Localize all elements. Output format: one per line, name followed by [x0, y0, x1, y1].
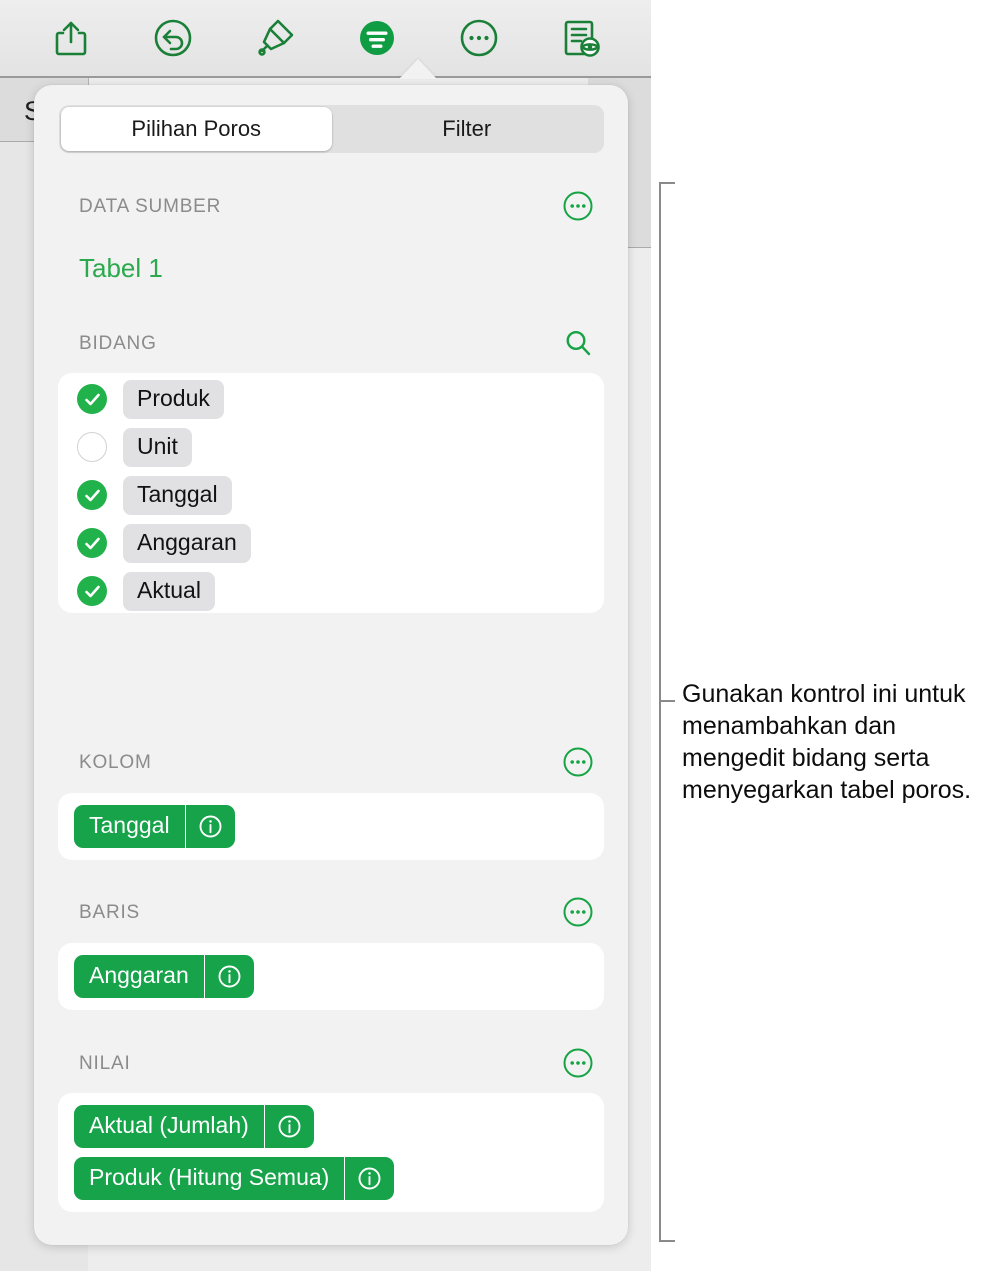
callout-bracket-tick: [659, 700, 675, 702]
token-row: Aktual (Jumlah): [74, 1105, 604, 1148]
callout-bracket: [659, 182, 675, 1242]
token-row: Produk (Hitung Semua): [74, 1157, 604, 1200]
checkbox-unchecked-icon[interactable]: [77, 432, 107, 462]
document-preview-icon: [561, 17, 601, 59]
pivot-options-popover: Pilihan Poros Filter DATA SUMBER Tabel 1…: [34, 85, 628, 1245]
more-button[interactable]: [452, 11, 506, 65]
columns-section-more-button[interactable]: [560, 746, 596, 782]
token-aktual-jumlah[interactable]: Aktual (Jumlah): [74, 1105, 314, 1148]
field-row-tanggal[interactable]: Tanggal: [58, 471, 604, 519]
field-label: Anggaran: [123, 523, 251, 563]
field-label: Produk: [123, 379, 224, 419]
rows-section-title: BARIS: [79, 902, 141, 923]
share-icon: [52, 18, 90, 58]
token-produk-hitung-semua[interactable]: Produk (Hitung Semua): [74, 1157, 395, 1200]
more-ellipsis-icon: [459, 18, 499, 58]
fields-section-header: BIDANG: [34, 330, 628, 363]
token-label: Tanggal: [89, 812, 170, 838]
token-row: Anggaran: [74, 955, 604, 998]
field-label: Tanggal: [123, 475, 232, 515]
field-row-anggaran[interactable]: Anggaran: [58, 519, 604, 567]
token-tanggal[interactable]: Tanggal: [74, 805, 235, 848]
format-button[interactable]: [248, 11, 302, 65]
values-section-more-button[interactable]: [560, 1047, 596, 1083]
info-icon[interactable]: [344, 1157, 394, 1200]
checkbox-checked-icon[interactable]: [77, 384, 107, 414]
toolbar-items: [0, 0, 651, 76]
tab-filter-label: Filter: [442, 116, 492, 141]
values-section-header: NILAI: [34, 1048, 628, 1083]
checkbox-checked-icon[interactable]: [77, 480, 107, 510]
values-section-title: NILAI: [79, 1053, 131, 1074]
share-button[interactable]: [44, 11, 98, 65]
pivot-filter-icon: [356, 17, 398, 59]
field-row-produk[interactable]: Produk: [58, 375, 604, 423]
token-row: Tanggal: [74, 805, 604, 848]
undo-icon: [153, 18, 193, 58]
popover-tabs: Pilihan Poros Filter: [59, 105, 604, 153]
source-table-name[interactable]: Tabel 1: [79, 253, 163, 284]
token-label: Produk (Hitung Semua): [89, 1164, 330, 1190]
source-section-title: DATA SUMBER: [79, 196, 222, 217]
field-row-aktual[interactable]: Aktual: [58, 567, 604, 615]
paintbrush-format-icon: [254, 17, 296, 59]
tab-pivot-options-label: Pilihan Poros: [131, 116, 262, 141]
tab-filter[interactable]: Filter: [332, 107, 603, 151]
token-anggaran[interactable]: Anggaran: [74, 955, 254, 998]
popover-pointer: [399, 59, 437, 79]
info-icon[interactable]: [203, 955, 254, 998]
field-label: Aktual: [123, 571, 215, 611]
more-ellipsis-icon: [562, 896, 594, 933]
callout-text: Gunakan kontrol ini untuk menambahkan da…: [682, 680, 972, 804]
more-ellipsis-icon: [562, 190, 594, 227]
screenshot-root: S Pilihan Poros Filter DATA SUMBER Tabel…: [0, 0, 996, 1271]
document-view-button[interactable]: [554, 11, 608, 65]
undo-button[interactable]: [146, 11, 200, 65]
fields-search-button[interactable]: [560, 327, 596, 363]
field-label: Unit: [123, 427, 192, 467]
info-icon[interactable]: [184, 805, 235, 848]
checkbox-checked-icon[interactable]: [77, 528, 107, 558]
source-section-more-button[interactable]: [560, 190, 596, 226]
token-label: Anggaran: [89, 962, 189, 988]
token-label: Aktual (Jumlah): [89, 1112, 249, 1138]
rows-section-more-button[interactable]: [560, 896, 596, 932]
search-icon: [563, 328, 593, 363]
field-row-unit[interactable]: Unit: [58, 423, 604, 471]
more-ellipsis-icon: [562, 1047, 594, 1084]
pivot-options-button[interactable]: [350, 11, 404, 65]
more-ellipsis-icon: [562, 746, 594, 783]
columns-section-header: KOLOM: [34, 747, 628, 782]
checkbox-checked-icon[interactable]: [77, 576, 107, 606]
rows-section-header: BARIS: [34, 897, 628, 932]
fields-list: Produk Unit Tanggal Anggaran Aktual: [58, 373, 604, 613]
values-drop-area[interactable]: Aktual (Jumlah) Produk (Hitung Semua): [58, 1093, 604, 1212]
rows-drop-area[interactable]: Anggaran: [58, 943, 604, 1010]
fields-section-title: BIDANG: [79, 333, 157, 354]
info-icon[interactable]: [263, 1105, 314, 1148]
toolbar: [0, 0, 651, 78]
columns-drop-area[interactable]: Tanggal: [58, 793, 604, 860]
columns-section-title: KOLOM: [79, 752, 152, 773]
tab-pivot-options[interactable]: Pilihan Poros: [61, 107, 332, 151]
source-section-header: DATA SUMBER: [34, 191, 628, 226]
